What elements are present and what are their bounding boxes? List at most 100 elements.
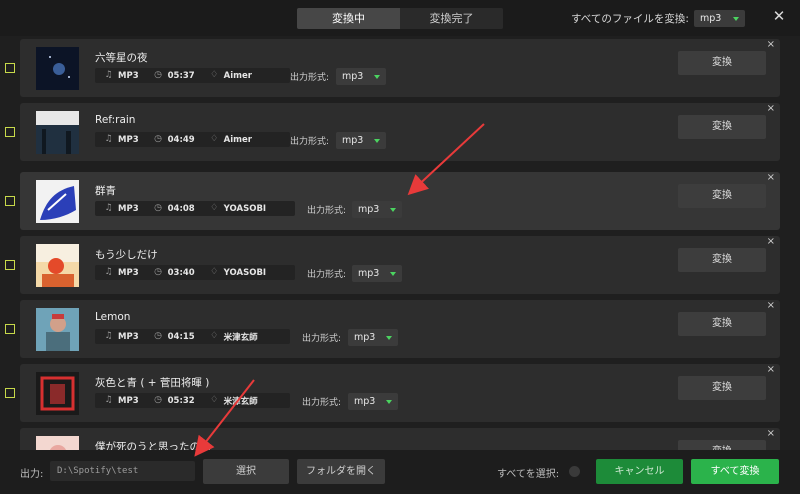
- track-format: MP3: [118, 395, 139, 406]
- track-format: MP3: [118, 267, 139, 278]
- tab-converting[interactable]: 変換中: [297, 8, 400, 29]
- remove-track-button[interactable]: ×: [767, 172, 775, 183]
- remove-track-button[interactable]: ×: [767, 300, 775, 311]
- music-note-icon: ♫: [104, 203, 113, 213]
- output-format-label: 出力形式:: [290, 137, 330, 147]
- music-note-icon: ♫: [104, 395, 113, 405]
- album-art: [36, 244, 79, 287]
- track-checkbox[interactable]: [5, 196, 15, 206]
- chevron-down-icon: [390, 272, 396, 276]
- track-format: MP3: [118, 134, 139, 145]
- clock-icon: ◷: [154, 134, 163, 144]
- convert-all-format-value: mp3: [700, 13, 722, 24]
- output-format-label: 出力形式:: [307, 206, 347, 216]
- track-artist: Aimer: [223, 134, 252, 145]
- choose-folder-button[interactable]: 選択: [203, 459, 289, 484]
- track-artist: Aimer: [223, 70, 252, 81]
- output-path-field[interactable]: D:\Spotify\test: [50, 461, 195, 481]
- track-checkbox[interactable]: [5, 388, 15, 398]
- cancel-button[interactable]: キャンセル: [596, 459, 683, 484]
- track-list: 六等星の夜 ♫ MP3 ◷ 05:37 ♢ Aimer 出力形式: mp3 変換…: [0, 38, 800, 450]
- track-duration: 05:32: [167, 395, 195, 406]
- artist-bell-icon: ♢: [210, 70, 219, 80]
- chevron-down-icon: [390, 208, 396, 212]
- track-format: MP3: [118, 203, 139, 214]
- conversion-tabs: 変換中 変換完了: [297, 8, 503, 29]
- music-note-icon: ♫: [104, 70, 113, 80]
- music-note-icon: ♫: [104, 331, 113, 341]
- clock-icon: ◷: [154, 331, 163, 341]
- output-format-select[interactable]: mp3: [352, 201, 402, 218]
- clock-icon: ◷: [154, 203, 163, 213]
- output-format-select[interactable]: mp3: [336, 132, 386, 149]
- track-meta: ♫ MP3 ◷ 04:49 ♢ Aimer: [95, 132, 290, 147]
- remove-track-button[interactable]: ×: [767, 236, 775, 247]
- convert-all-button[interactable]: すべて変換: [691, 459, 779, 484]
- track-row: 六等星の夜 ♫ MP3 ◷ 05:37 ♢ Aimer 出力形式: mp3 変換…: [5, 39, 780, 97]
- track-duration: 05:37: [167, 70, 195, 81]
- output-format-value: mp3: [354, 396, 376, 407]
- clock-icon: ◷: [154, 267, 163, 277]
- output-format-value: mp3: [342, 135, 364, 146]
- artist-bell-icon: ♢: [210, 331, 219, 341]
- track-title: Ref:rain: [95, 114, 136, 126]
- track-row: 僕が死のうと思ったのは 変換 ×: [20, 428, 780, 450]
- output-format-value: mp3: [358, 204, 380, 215]
- remove-track-button[interactable]: ×: [767, 428, 775, 439]
- tab-completed[interactable]: 変換完了: [400, 8, 503, 29]
- track-checkbox[interactable]: [5, 260, 15, 270]
- track-title: Lemon: [95, 311, 131, 323]
- remove-track-button[interactable]: ×: [767, 39, 775, 50]
- artist-bell-icon: ♢: [210, 395, 219, 405]
- output-format-label: 出力形式:: [307, 270, 347, 280]
- track-title: 群青: [95, 185, 116, 197]
- track-checkbox[interactable]: [5, 127, 15, 137]
- output-format-select[interactable]: mp3: [348, 329, 398, 346]
- track-checkbox[interactable]: [5, 324, 15, 334]
- chevron-down-icon: [374, 139, 380, 143]
- album-art: [36, 372, 79, 415]
- chevron-down-icon: [374, 75, 380, 79]
- clock-icon: ◷: [154, 70, 163, 80]
- track-row: Lemon ♫ MP3 ◷ 04:15 ♢ 米津玄師 出力形式: mp3 変換 …: [5, 300, 780, 358]
- album-art: [36, 180, 79, 223]
- artist-bell-icon: ♢: [210, 203, 219, 213]
- track-artist: YOASOBI: [223, 267, 267, 278]
- convert-button[interactable]: 変換: [678, 115, 766, 139]
- output-format-value: mp3: [354, 332, 376, 343]
- convert-button[interactable]: 変換: [678, 312, 766, 336]
- output-format-select[interactable]: mp3: [352, 265, 402, 282]
- convert-button[interactable]: 変換: [678, 184, 766, 208]
- output-format-select[interactable]: mp3: [336, 68, 386, 85]
- convert-button[interactable]: 変換: [678, 248, 766, 272]
- close-window-button[interactable]: ✕: [771, 8, 787, 24]
- track-format: MP3: [118, 331, 139, 342]
- track-title: もう少しだけ: [95, 249, 158, 261]
- output-format-select[interactable]: mp3: [348, 393, 398, 410]
- track-duration: 04:15: [167, 331, 195, 342]
- select-all-toggle[interactable]: [569, 466, 580, 477]
- album-art: [36, 436, 79, 450]
- remove-track-button[interactable]: ×: [767, 103, 775, 114]
- bottom-bar: 出力: D:\Spotify\test 選択 フォルダを開く すべてを選択: キ…: [0, 450, 800, 494]
- track-meta: ♫ MP3 ◷ 05:37 ♢ Aimer: [95, 68, 290, 83]
- remove-track-button[interactable]: ×: [767, 364, 775, 375]
- chevron-down-icon: [386, 336, 392, 340]
- track-artist: 米津玄師: [223, 332, 258, 343]
- track-row: Ref:rain ♫ MP3 ◷ 04:49 ♢ Aimer 出力形式: mp3…: [5, 103, 780, 161]
- music-note-icon: ♫: [104, 134, 113, 144]
- track-format: MP3: [118, 70, 139, 81]
- output-format-label: 出力形式:: [302, 398, 342, 408]
- track-checkbox[interactable]: [5, 63, 15, 73]
- convert-button[interactable]: 変換: [678, 376, 766, 400]
- artist-bell-icon: ♢: [210, 267, 219, 277]
- convert-button[interactable]: 変換: [678, 51, 766, 75]
- output-format-label: 出力形式:: [302, 334, 342, 344]
- convert-button[interactable]: 変換: [678, 440, 766, 450]
- track-duration: 03:40: [167, 267, 195, 278]
- open-folder-button[interactable]: フォルダを開く: [297, 459, 385, 484]
- convert-all-format-select[interactable]: mp3: [694, 10, 745, 27]
- music-note-icon: ♫: [104, 267, 113, 277]
- track-title: 灰色と青 ( + 菅田将暉 ): [95, 377, 210, 389]
- track-meta: ♫ MP3 ◷ 04:15 ♢ 米津玄師: [95, 329, 290, 344]
